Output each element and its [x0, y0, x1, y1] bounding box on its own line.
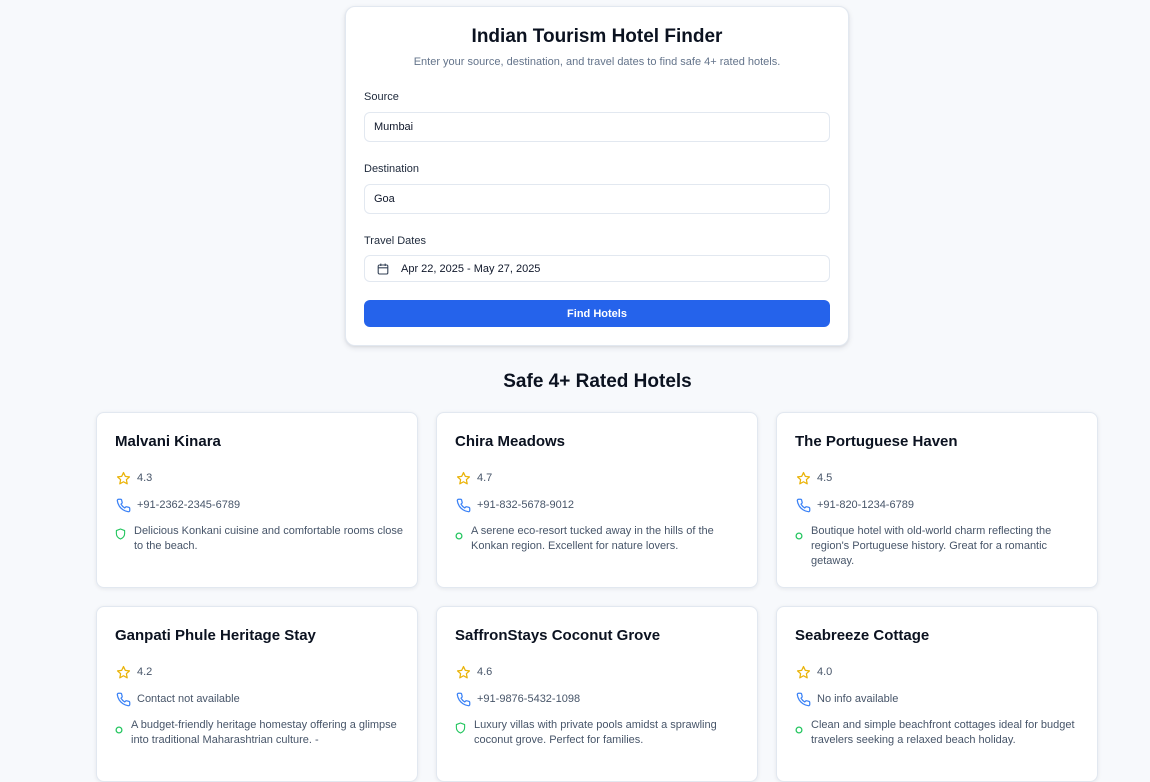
star-icon: [795, 470, 811, 486]
hotel-contact: +91-820-1234-6789: [795, 497, 914, 513]
phone-icon: [795, 691, 811, 707]
hotel-description: Luxury villas with private pools amidst …: [455, 718, 745, 748]
hotel-description: A serene eco-resort tucked away in the h…: [455, 524, 745, 554]
destination-label: Destination: [364, 163, 420, 175]
description-text: Boutique hotel with old-world charm refl…: [811, 525, 1052, 567]
source-input[interactable]: [364, 112, 830, 142]
travel-dates-label: Travel Dates: [364, 235, 426, 247]
star-icon: [115, 664, 131, 680]
hotel-contact: No info available: [795, 691, 898, 707]
hotel-search-form: Indian Tourism Hotel Finder Enter your s…: [345, 6, 849, 346]
results-title: Safe 4+ Rated Hotels: [503, 371, 692, 392]
hotel-name: Seabreeze Cottage: [795, 627, 930, 644]
hotel-rating: 4.3: [115, 470, 152, 486]
phone-icon: [795, 497, 811, 513]
hotel-rating: 4.2: [115, 664, 152, 680]
hotel-name: Ganpati Phule Heritage Stay: [115, 627, 316, 644]
phone-icon: [115, 497, 131, 513]
travel-dates-value: Apr 22, 2025 - May 27, 2025: [401, 262, 541, 275]
contact-value: No info available: [817, 693, 899, 705]
calendar-icon: [377, 263, 389, 275]
hotel-description: Boutique hotel with old-world charm refl…: [795, 524, 1085, 569]
circle-icon: [795, 721, 803, 739]
rating-value: 4.2: [137, 666, 153, 678]
hotel-card[interactable]: Ganpati Phule Heritage Stay 4.2 Contact no…: [96, 606, 418, 782]
hotel-rating: 4.0: [795, 664, 832, 680]
contact-value: Contact not available: [137, 693, 240, 705]
shield-icon: [455, 721, 466, 739]
hotel-contact: +91-832-5678-9012: [455, 497, 574, 513]
phone-icon: [455, 691, 471, 707]
hotel-card[interactable]: The Portuguese Haven 4.5 +91-820-1234-6789…: [776, 412, 1098, 588]
travel-dates-picker[interactable]: Apr 22, 2025 - May 27, 2025: [364, 255, 830, 282]
phone-icon: [455, 497, 471, 513]
hotel-name: SaffronStays Coconut Grove: [455, 627, 661, 644]
hotel-rating: 4.5: [795, 470, 832, 486]
rating-value: 4.0: [817, 666, 833, 678]
hotel-description: Clean and simple beachfront cottages ide…: [795, 718, 1085, 748]
description-text: A serene eco-resort tucked away in the h…: [471, 525, 714, 552]
contact-value: +91-832-5678-9012: [477, 499, 574, 511]
find-hotels-button[interactable]: Find Hotels: [364, 300, 830, 327]
shield-icon: [115, 527, 126, 545]
circle-icon: [455, 527, 463, 545]
star-icon: [455, 470, 471, 486]
rating-value: 4.6: [477, 666, 493, 678]
phone-icon: [115, 691, 131, 707]
hotel-card[interactable]: SaffronStays Coconut Grove 4.6 +91-9876-54…: [436, 606, 758, 782]
form-title: Indian Tourism Hotel Finder: [471, 26, 723, 47]
hotel-name: The Portuguese Haven: [795, 433, 958, 450]
hotel-rating: 4.7: [455, 470, 492, 486]
rating-value: 4.5: [817, 472, 833, 484]
hotel-rating: 4.6: [455, 664, 492, 680]
hotel-name: Malvani Kinara: [115, 433, 221, 450]
hotel-description: A budget-friendly heritage homestay offe…: [115, 718, 405, 748]
circle-icon: [795, 527, 803, 545]
description-text: A budget-friendly heritage homestay offe…: [131, 719, 397, 746]
hotel-card[interactable]: Chira Meadows 4.7 +91-832-5678-9012 A seren…: [436, 412, 758, 588]
star-icon: [455, 664, 471, 680]
description-text: Delicious Konkani cuisine and comfortabl…: [134, 525, 404, 552]
description-text: Clean and simple beachfront cottages ide…: [811, 719, 1075, 746]
hotel-contact: Contact not available: [115, 691, 240, 707]
hotel-name: Chira Meadows: [455, 433, 566, 450]
source-label: Source: [364, 91, 399, 103]
hotel-contact: +91-2362-2345-6789: [115, 497, 240, 513]
contact-value: +91-9876-5432-1098: [477, 693, 581, 705]
hotel-contact: +91-9876-5432-1098: [455, 691, 580, 707]
star-icon: [115, 470, 131, 486]
rating-value: 4.3: [137, 472, 153, 484]
description-text: Luxury villas with private pools amidst …: [474, 719, 717, 746]
contact-value: +91-2362-2345-6789: [137, 499, 241, 511]
star-icon: [795, 664, 811, 680]
contact-value: +91-820-1234-6789: [817, 499, 914, 511]
circle-icon: [115, 721, 123, 739]
hotel-card[interactable]: Malvani Kinara 4.3 +91-2362-2345-6789 Delic…: [96, 412, 418, 588]
rating-value: 4.7: [477, 472, 493, 484]
destination-input[interactable]: [364, 184, 830, 214]
form-subtitle: Enter your source, destination, and trav…: [413, 56, 781, 68]
hotel-description: Delicious Konkani cuisine and comfortabl…: [115, 524, 405, 554]
hotel-card[interactable]: Seabreeze Cottage 4.0 No info available Cle…: [776, 606, 1098, 782]
